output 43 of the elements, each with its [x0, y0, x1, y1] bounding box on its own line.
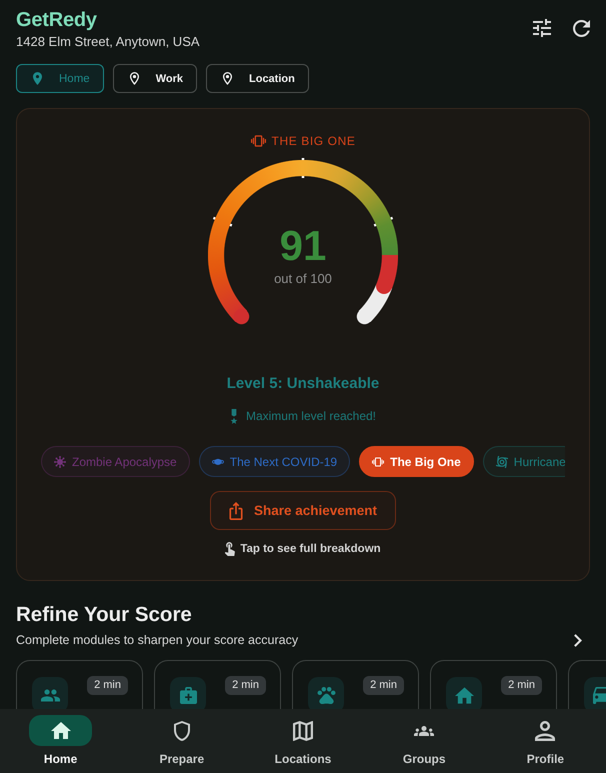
- hazard-chip[interactable]: Hurricane: [482, 446, 565, 477]
- share-icon: [228, 502, 243, 520]
- virus-icon: [54, 456, 66, 468]
- nav-tab[interactable]: Home: [0, 709, 122, 773]
- vibrating-phone-icon: [250, 135, 266, 147]
- share-button[interactable]: Share achievement: [210, 491, 396, 530]
- location-chip[interactable]: Home: [16, 64, 104, 93]
- duration-badge: 2 min: [87, 676, 128, 695]
- section-subtitle: Complete modules to sharpen your score accuracy: [16, 632, 298, 648]
- pin-icon: [223, 72, 232, 85]
- hand-pointer-icon: [225, 542, 236, 556]
- score-caption: out of 100: [274, 271, 332, 287]
- nav-tab[interactable]: Prepare: [121, 709, 242, 773]
- person-icon: [535, 720, 556, 740]
- nav-tab[interactable]: Profile: [484, 709, 606, 773]
- pin-icon: [130, 72, 139, 85]
- level-title: Level 5: Unshakeable: [226, 374, 380, 394]
- cyclone-icon: [496, 456, 508, 468]
- chevron-right-icon[interactable]: [574, 634, 582, 646]
- location-chip[interactable]: Work: [112, 64, 197, 93]
- location-chip[interactable]: Location: [206, 64, 309, 93]
- sliders-icon[interactable]: [533, 19, 551, 37]
- app-title: GetRedy: [16, 8, 97, 32]
- breakdown-hint: Tap to see full breakdown: [240, 542, 381, 557]
- score-value: 91: [280, 224, 326, 268]
- duration-badge: 2 min: [225, 676, 266, 695]
- medal-icon: [230, 408, 238, 424]
- shield-icon: [172, 720, 192, 740]
- house-icon: [29, 715, 92, 746]
- section-title: Refine Your Score: [16, 602, 192, 628]
- level-note: Maximum level reached!: [246, 408, 376, 424]
- refresh-icon[interactable]: [573, 20, 590, 36]
- nav-tab[interactable]: Groups: [364, 709, 485, 773]
- group-icon: [414, 726, 434, 736]
- hazard-chip[interactable]: The Big One: [359, 446, 474, 477]
- map-icon: [293, 720, 313, 740]
- vibrating-phone-icon: [372, 456, 384, 468]
- address-text: 1428 Elm Street, Anytown, USA: [16, 34, 200, 50]
- duration-badge: 2 min: [363, 676, 404, 695]
- pin-icon: [33, 72, 42, 85]
- hazard-title: THE BIG ONE: [272, 133, 356, 149]
- duration-badge: 2 min: [501, 676, 542, 695]
- nav-tab[interactable]: Locations: [242, 709, 364, 773]
